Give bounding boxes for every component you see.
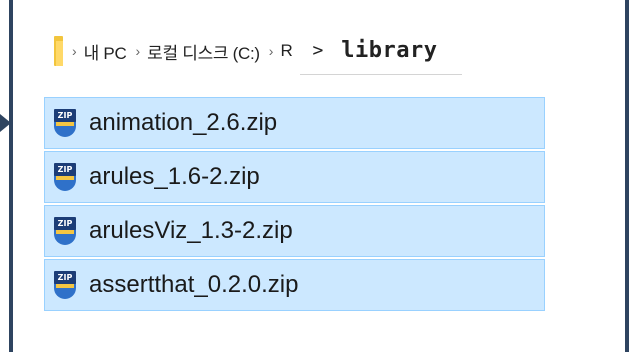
file-name: arules_1.6-2.zip <box>89 163 260 190</box>
file-name: assertthat_0.2.0.zip <box>89 271 299 298</box>
breadcrumb-item-my-pc[interactable]: 내 PC <box>84 39 127 64</box>
breadcrumb-separator: › <box>268 43 274 59</box>
explorer-window: › 내 PC › 로컬 디스크 (C:) › R > library ZIP a… <box>9 0 629 352</box>
breadcrumb-separator: › <box>72 43 77 59</box>
breadcrumb-arrow: > <box>312 40 324 61</box>
zip-archive-icon: ZIP <box>54 163 76 191</box>
folder-icon <box>54 36 63 66</box>
address-bar[interactable]: › 내 PC › 로컬 디스크 (C:) › R > library <box>38 27 623 75</box>
file-row[interactable]: ZIP assertthat_0.2.0.zip <box>44 259 545 311</box>
file-row[interactable]: ZIP arulesViz_1.3-2.zip <box>44 205 545 257</box>
zip-badge: ZIP <box>54 163 76 176</box>
file-row[interactable]: ZIP arules_1.6-2.zip <box>44 151 545 203</box>
zip-badge: ZIP <box>54 109 76 122</box>
file-row[interactable]: ZIP animation_2.6.zip <box>44 97 545 149</box>
breadcrumb-item-local-disk[interactable]: 로컬 디스크 (C:) <box>147 39 260 64</box>
zip-archive-icon: ZIP <box>54 217 76 245</box>
file-list: ZIP animation_2.6.zip ZIP arules_1.6-2.z… <box>44 97 545 313</box>
zip-badge: ZIP <box>54 271 76 284</box>
zip-badge: ZIP <box>54 217 76 230</box>
breadcrumb-separator: › <box>135 43 141 59</box>
file-name: animation_2.6.zip <box>89 109 278 136</box>
zip-archive-icon: ZIP <box>54 109 76 137</box>
file-name: arulesViz_1.3-2.zip <box>89 217 293 244</box>
pointer-arrow-icon <box>0 114 11 132</box>
breadcrumb-current-folder: library <box>341 38 438 63</box>
breadcrumb-current-field[interactable]: > library <box>300 28 462 75</box>
breadcrumb-item-r[interactable]: R <box>280 41 292 61</box>
zip-archive-icon: ZIP <box>54 271 76 299</box>
